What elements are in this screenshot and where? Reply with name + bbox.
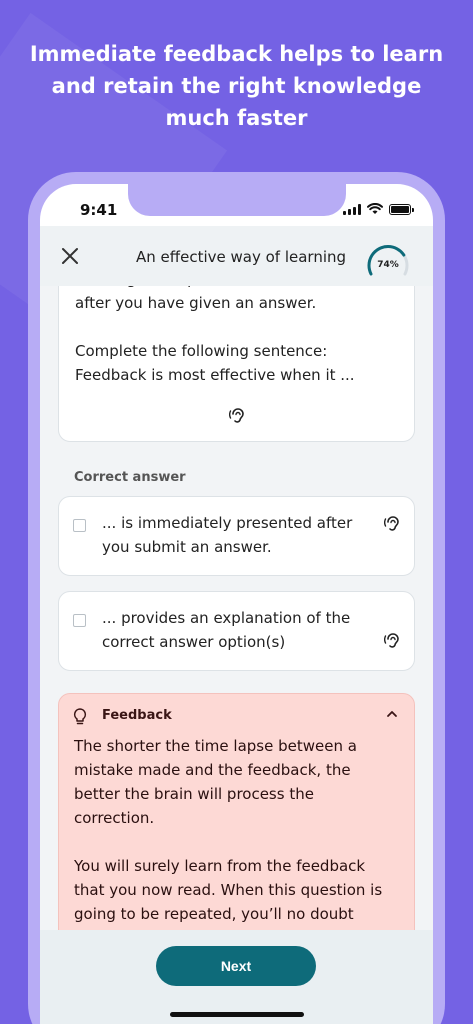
ear-icon [384, 633, 399, 648]
promo-headline: Immediate feedback helps to learn and re… [29, 42, 444, 130]
answer-checkbox[interactable] [73, 519, 86, 532]
listen-button[interactable] [384, 515, 400, 537]
answer-checkbox[interactable] [73, 614, 86, 627]
signal-icon [343, 203, 361, 215]
listen-button[interactable] [229, 407, 245, 429]
feedback-title: Feedback [102, 708, 172, 723]
ear-icon [229, 408, 244, 423]
close-button[interactable] [60, 246, 80, 266]
phone-notch [128, 184, 346, 216]
quiz-content[interactable]: learning is the presentation of feedback… [40, 286, 433, 930]
quiz-header: An effective way of learning 74% [40, 226, 433, 286]
wifi-icon [367, 203, 383, 214]
feedback-panel: Feedback The shorter the time lapse betw… [58, 693, 415, 930]
status-icons [343, 203, 414, 215]
next-button[interactable]: Next [156, 946, 316, 986]
answer-option[interactable]: ... is immediately presented after you s… [58, 496, 415, 576]
question-card: learning is the presentation of feedback… [58, 286, 415, 442]
status-time: 9:41 [80, 201, 118, 219]
feedback-text: The shorter the time lapse between a mis… [74, 737, 383, 923]
phone-screen: 9:41 An effective way of learning 74% le… [40, 184, 433, 1024]
section-label: Correct answer [74, 470, 186, 485]
page-title: An effective way of learning [136, 248, 347, 266]
answer-option[interactable]: ... provides an explanation of the corre… [58, 591, 415, 671]
answer-text: ... is immediately presented after you s… [102, 514, 353, 556]
ear-icon [384, 516, 399, 531]
lightbulb-icon [73, 708, 87, 725]
battery-icon [389, 203, 414, 215]
listen-button[interactable] [384, 632, 400, 654]
question-text: learning is the presentation of feedback… [75, 286, 380, 384]
home-indicator [170, 1012, 304, 1017]
progress-label: 74% [377, 260, 399, 270]
close-icon [62, 248, 78, 264]
chevron-up-icon[interactable] [386, 708, 398, 720]
footer-bar: Next [40, 930, 433, 1024]
answer-text: ... provides an explanation of the corre… [102, 609, 351, 651]
